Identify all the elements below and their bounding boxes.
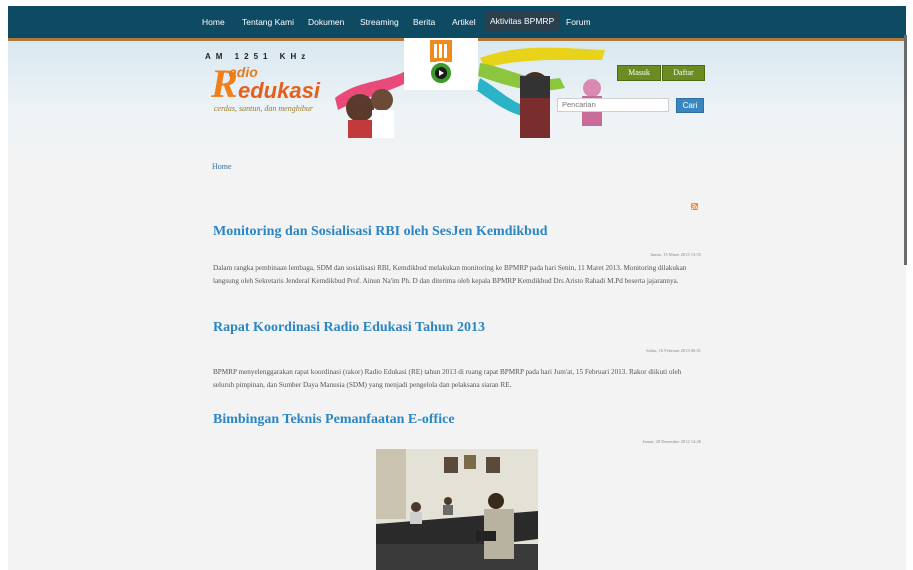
rss-icon[interactable] <box>691 203 698 210</box>
art-person-3-body <box>520 98 550 138</box>
nav-item-artikel[interactable]: Artikel <box>448 6 480 38</box>
logo-name: edukasi <box>238 78 320 103</box>
meeting-photo-illustration <box>376 449 538 570</box>
art-swoosh-yellow <box>480 47 605 68</box>
nav-item-tentang-kami[interactable]: Tentang Kami <box>238 6 298 38</box>
post-body: BPMRP menyelenggarakan rapat koordinasi … <box>213 368 682 389</box>
search-button[interactable]: Cari <box>676 98 704 113</box>
post-photo[interactable] <box>376 449 538 570</box>
nav-item-streaming[interactable]: Streaming <box>356 6 403 38</box>
top-navigation-bar: Home Tentang Kami Dokumen Streaming Beri… <box>8 6 906 41</box>
login-button[interactable]: Masuk <box>617 65 661 81</box>
nav-item-forum[interactable]: Forum <box>562 6 595 38</box>
post-title[interactable]: Monitoring dan Sosialisasi RBI oleh SesJ… <box>213 224 548 240</box>
breadcrumb-home[interactable]: Home <box>212 162 232 171</box>
play-icon[interactable] <box>429 61 453 85</box>
post-date: Jumat, 15 Maret 2013 13:55 <box>650 252 701 257</box>
post-date: Sabtu, 16 Februari 2013 00:01 <box>646 348 701 353</box>
art-person-1-body <box>348 120 374 138</box>
post-body: Dalam rangka pembinaan lembaga, SDM dan … <box>213 264 687 285</box>
nav-item-berita[interactable]: Berita <box>409 6 439 38</box>
post-title[interactable]: Rapat Koordinasi Radio Edukasi Tahun 201… <box>213 320 485 336</box>
nav-item-aktivitas-bpmrp[interactable]: Aktivitas BPMRP <box>485 11 560 31</box>
art-person-4 <box>583 79 601 97</box>
scrollbar-edge[interactable] <box>904 35 907 265</box>
register-button[interactable]: Daftar <box>662 65 705 81</box>
art-monitor <box>520 76 550 98</box>
art-person-1 <box>346 94 374 122</box>
art-person-2-body <box>372 110 394 138</box>
nav-item-dokumen[interactable]: Dokumen <box>304 6 348 38</box>
logo-tagline: cerdas, santun, dan menghibur <box>214 104 314 113</box>
post-date: Jumat, 28 Desember 2012 14:26 <box>642 439 701 444</box>
art-person-2 <box>371 89 393 111</box>
nav-item-home[interactable]: Home <box>198 6 229 38</box>
post-title[interactable]: Bimbingan Teknis Pemanfaatan E-office <box>213 412 455 428</box>
search-input[interactable] <box>557 98 669 112</box>
